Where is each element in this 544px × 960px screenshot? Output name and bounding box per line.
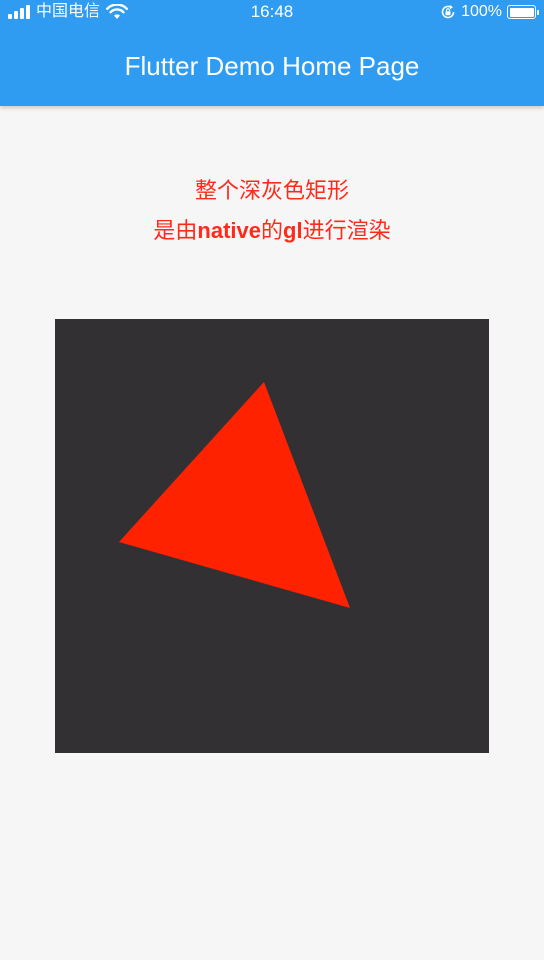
- gl-canvas: [119, 382, 350, 608]
- app-bar: 中国电信 16:48 100% Flutter Demo Home Page: [0, 0, 544, 106]
- caption-text-gl: gl: [283, 218, 303, 243]
- caption-line-1-text: 整个深灰色矩形: [194, 178, 349, 203]
- battery-fill: [509, 7, 534, 17]
- status-right: 100%: [440, 2, 539, 22]
- caption-text-before: 是由: [153, 218, 198, 243]
- caption-text-after: 进行渲染: [302, 218, 391, 243]
- caption-line-1: 整个深灰色矩形: [0, 176, 544, 206]
- battery-percent: 100%: [461, 3, 502, 20]
- caption-text-native: native: [197, 218, 261, 243]
- caption-line-2: 是由native的gl进行渲染: [0, 216, 544, 246]
- red-triangle: [119, 382, 350, 608]
- battery-icon: [507, 5, 539, 19]
- caption-text-mid: 的: [261, 218, 284, 243]
- app-bar-title: Flutter Demo Home Page: [124, 51, 420, 81]
- status-bar: 中国电信 16:48 100%: [0, 0, 544, 24]
- native-gl-view: [55, 319, 489, 753]
- rotation-lock-icon: [441, 5, 455, 19]
